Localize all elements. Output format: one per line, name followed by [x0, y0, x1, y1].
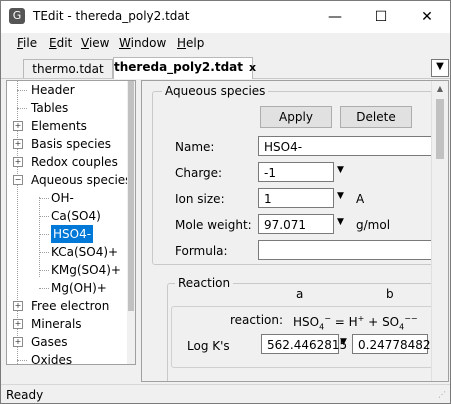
tree-scroll-thumb[interactable] [128, 81, 134, 311]
status-bar: Ready [1, 384, 450, 404]
tree-item-basis-species[interactable]: + Basis species [7, 135, 127, 153]
window-title: TEdit - thereda_poly2.tdat [33, 9, 190, 23]
scroll-up-icon[interactable]: ▲ [432, 81, 448, 97]
expand-icon[interactable]: + [13, 139, 23, 149]
resize-grip-icon[interactable]: ⋰ [438, 390, 448, 400]
close-button[interactable]: ✕ [404, 1, 450, 33]
tree-item-hso4[interactable]: HSO4- [7, 225, 127, 243]
tree-item-minerals[interactable]: + Minerals [7, 315, 127, 333]
minimize-button[interactable]: — [312, 1, 358, 33]
expand-icon[interactable]: + [13, 121, 23, 131]
tab-label: thermo.tdat [32, 62, 104, 76]
tree-item-kmgso4[interactable]: KMg(SO4)+ [7, 261, 127, 279]
charge-field[interactable]: -1 [258, 162, 334, 182]
logk-a-field[interactable]: 562.4462815 [261, 334, 347, 354]
ion-size-label: Ion size: [175, 192, 225, 206]
maximize-button[interactable]: ☐ [358, 1, 404, 33]
menu-edit[interactable]: Edit [49, 36, 72, 50]
reaction-group-title: Reaction [175, 276, 234, 290]
reaction-label: reaction: [230, 313, 284, 327]
aqueous-species-group-title: Aqueous species [162, 84, 269, 98]
apply-button[interactable]: Apply [260, 106, 332, 128]
tree-item-kcaso4[interactable]: KCa(SO4)+ [7, 243, 127, 261]
species-tree[interactable]: Header Tables + Elements + Basis species… [6, 80, 136, 365]
menu-window[interactable]: Window [119, 36, 166, 50]
logk-a-dropdown-icon[interactable]: ▼ [340, 337, 347, 347]
ion-size-field[interactable]: 1 [258, 188, 334, 208]
name-label: Name: [175, 140, 215, 154]
tree-item-header[interactable]: Header [7, 81, 127, 99]
document-tabs: thermo.tdat thereda_poly2.tdat x [1, 56, 450, 79]
logk-b-field[interactable]: 0.24778482 [352, 334, 431, 354]
tree-item-oxides[interactable]: Oxides [7, 351, 127, 364]
tree-item-aqueous-species[interactable]: − Aqueous species [7, 171, 131, 189]
title-bar[interactable]: G TEdit - thereda_poly2.tdat — ☐ ✕ [1, 1, 450, 33]
delete-button[interactable]: Delete [340, 106, 412, 128]
tabs-dropdown-button[interactable]: ▼ [431, 59, 449, 77]
charge-dropdown-icon[interactable]: ▼ [337, 165, 344, 175]
expand-icon[interactable]: + [13, 337, 23, 347]
tab-thermo[interactable]: thermo.tdat [23, 59, 113, 78]
tab-thereda-poly2[interactable]: thereda_poly2.tdat x [113, 57, 256, 79]
tree-item-oh[interactable]: OH- [7, 189, 127, 207]
tree-item-free-electron[interactable]: + Free electron [7, 297, 127, 315]
mole-weight-dropdown-icon[interactable]: ▼ [337, 217, 344, 227]
application-window: G TEdit - thereda_poly2.tdat — ☐ ✕ File … [0, 0, 451, 404]
menu-view[interactable]: View [81, 36, 109, 50]
formula-label: Formula: [175, 244, 228, 258]
collapse-icon[interactable]: − [13, 175, 23, 185]
formula-field[interactable] [258, 240, 433, 260]
status-text: Ready [6, 388, 44, 402]
tree-item-tables[interactable]: Tables [7, 99, 127, 117]
charge-label: Charge: [175, 166, 223, 180]
tree-item-elements[interactable]: + Elements [7, 117, 127, 135]
mole-weight-label: Mole weight: [175, 218, 252, 232]
reaction-equation: HSO4− = H+ + SO4−− [293, 314, 418, 332]
ion-size-dropdown-icon[interactable]: ▼ [337, 191, 344, 201]
ion-size-unit: A [356, 192, 365, 206]
editor-scroll-thumb[interactable] [436, 99, 444, 159]
tree-item-caso4[interactable]: Ca(SO4) [7, 207, 127, 225]
logk-label: Log K's [187, 339, 230, 353]
menu-bar: File Edit View Window Help [1, 33, 450, 55]
mole-weight-field[interactable]: 97.071 [258, 214, 334, 234]
menu-help[interactable]: Help [177, 36, 204, 50]
tree-item-redox-couples[interactable]: + Redox couples [7, 153, 127, 171]
expand-icon[interactable]: + [13, 157, 23, 167]
expand-icon[interactable]: + [13, 319, 23, 329]
tree-item-mgoh[interactable]: Mg(OH)+ [7, 279, 127, 297]
species-editor-panel: Aqueous species Apply Delete Name: HSO4-… [141, 80, 449, 382]
name-field[interactable]: HSO4- [258, 136, 433, 156]
app-icon: G [9, 8, 25, 24]
tree-scrollbar[interactable] [127, 81, 135, 364]
column-a-header: a [296, 287, 304, 301]
editor-scrollbar[interactable]: ▲ [431, 81, 448, 381]
column-b-header: b [386, 287, 394, 301]
tree-item-gases[interactable]: + Gases [7, 333, 127, 351]
tab-label: thereda_poly2.tdat [114, 60, 243, 74]
expand-icon[interactable]: + [13, 301, 23, 311]
menu-file[interactable]: File [17, 36, 37, 50]
mole-weight-unit: g/mol [356, 218, 391, 232]
tab-close-icon[interactable]: x [249, 61, 256, 74]
